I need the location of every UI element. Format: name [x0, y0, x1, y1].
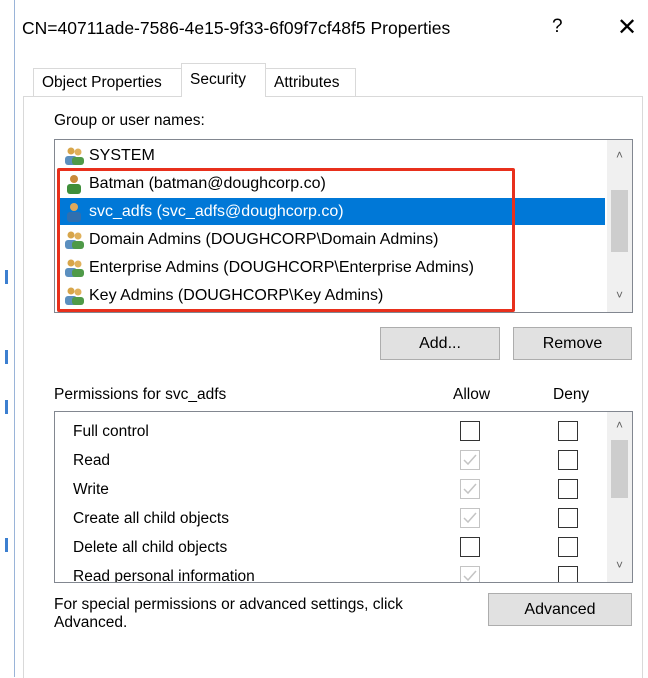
- window-edge-mark: [5, 538, 8, 552]
- list-item-system[interactable]: SYSTEM: [59, 142, 155, 169]
- scrollbar-thumb[interactable]: [611, 190, 628, 252]
- permission-row-full-control: Full control: [73, 423, 149, 440]
- permission-row-read: Read: [73, 452, 111, 469]
- allow-header: Allow: [453, 386, 491, 403]
- deny-checkbox-create-child[interactable]: [558, 508, 578, 528]
- window-left-border: [0, 0, 15, 677]
- window-title: CN=40711ade-7586-4e15-9f33-6f09f7cf48f5 …: [22, 18, 451, 38]
- deny-checkbox-full-control[interactable]: [558, 421, 578, 441]
- scroll-up-arrow-icon[interactable]: ˄: [607, 418, 632, 432]
- permission-row-write: Write: [73, 481, 109, 498]
- scroll-down-arrow-icon[interactable]: ˅: [607, 558, 632, 572]
- allow-checkbox-create-child[interactable]: [460, 508, 480, 528]
- remove-button[interactable]: Remove: [513, 327, 632, 360]
- annotation-highlight-box: [57, 168, 515, 312]
- deny-checkbox-read-personal-info[interactable]: [558, 566, 578, 582]
- close-button[interactable]: ✕: [617, 13, 637, 42]
- user-label: SYSTEM: [89, 147, 155, 164]
- tab-object-properties[interactable]: Object Properties: [33, 68, 182, 96]
- permission-row-delete-child: Delete all child objects: [73, 539, 228, 556]
- advanced-note: For special permissions or advanced sett…: [54, 596, 403, 631]
- scroll-down-arrow-icon[interactable]: ˅: [607, 288, 632, 302]
- allow-checkbox-read-personal-info[interactable]: [460, 566, 480, 582]
- window-edge-mark: [5, 400, 8, 414]
- scroll-up-arrow-icon[interactable]: ˄: [607, 148, 632, 162]
- checkmark-icon: [463, 483, 477, 495]
- scrollbar-thumb[interactable]: [611, 440, 628, 498]
- allow-checkbox-delete-child[interactable]: [460, 537, 480, 557]
- deny-checkbox-delete-child[interactable]: [558, 537, 578, 557]
- deny-checkbox-read[interactable]: [558, 450, 578, 470]
- window-edge-mark: [5, 270, 8, 284]
- checkmark-icon: [463, 512, 477, 524]
- permissions-list[interactable]: Full control Read Write Create all child…: [54, 411, 633, 583]
- permissions-header: Permissions for svc_adfs: [54, 386, 227, 403]
- permission-row-create-child: Create all child objects: [73, 510, 229, 527]
- allow-checkbox-full-control[interactable]: [460, 421, 480, 441]
- deny-checkbox-write[interactable]: [558, 479, 578, 499]
- add-button[interactable]: Add...: [380, 327, 500, 360]
- advanced-button[interactable]: Advanced: [488, 593, 632, 626]
- checkmark-icon: [463, 570, 477, 582]
- users-list-scrollbar[interactable]: ˄ ˅: [607, 140, 632, 312]
- permissions-scrollbar[interactable]: ˄ ˅: [607, 412, 632, 582]
- window-edge-mark: [5, 350, 8, 364]
- group-or-user-names-label: Group or user names:: [54, 112, 205, 129]
- allow-checkbox-write[interactable]: [460, 479, 480, 499]
- checkmark-icon: [463, 454, 477, 466]
- group-icon: [65, 147, 84, 165]
- allow-checkbox-read[interactable]: [460, 450, 480, 470]
- tab-security[interactable]: Security: [181, 63, 266, 97]
- help-button[interactable]: ?: [552, 16, 563, 38]
- tab-attributes[interactable]: Attributes: [265, 68, 356, 96]
- deny-header: Deny: [553, 386, 590, 403]
- permission-row-read-personal-info: Read personal information: [73, 568, 255, 583]
